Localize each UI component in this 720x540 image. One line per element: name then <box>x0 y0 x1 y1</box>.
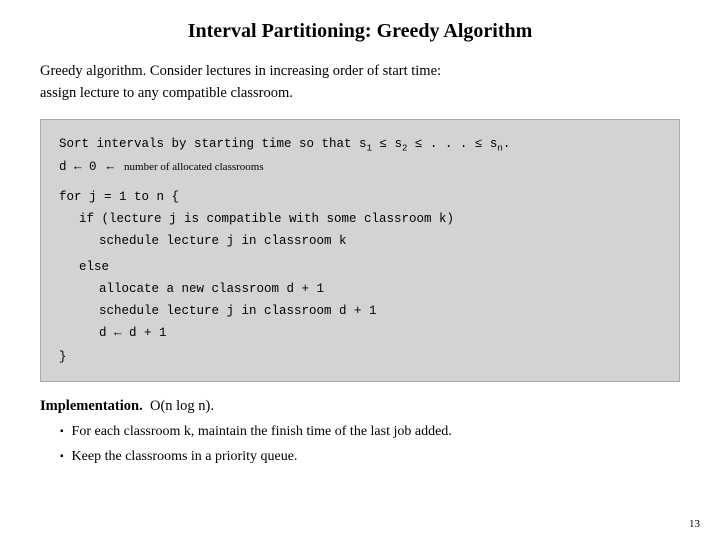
bullet-item-2: Keep the classrooms in a priority queue. <box>60 446 680 467</box>
implementation-bullets: For each classroom k, maintain the finis… <box>40 421 680 467</box>
bullet-item-1: For each classroom k, maintain the finis… <box>60 421 680 442</box>
d-init-line: d ← 0 <box>59 157 97 177</box>
intro-line2: assign lecture to any compatible classro… <box>40 85 293 101</box>
schedule1-line: schedule lecture j in classroom k <box>59 231 661 251</box>
d-update-line: d ← d + 1 <box>59 323 661 343</box>
intro-line1: Greedy algorithm. Consider lectures in i… <box>40 63 441 79</box>
for-line: for j = 1 to n { <box>59 187 661 207</box>
slide-container: Interval Partitioning: Greedy Algorithm … <box>0 0 720 540</box>
implementation-section: Implementation. O(n log n). For each cla… <box>40 398 680 467</box>
implementation-heading: Implementation. O(n log n). <box>40 398 680 415</box>
algorithm-code-box: Sort intervals by starting time so that … <box>40 119 680 383</box>
allocate-line: allocate a new classroom d + 1 <box>59 279 661 299</box>
if-line: if (lecture j is compatible with some cl… <box>59 209 661 229</box>
else-line: else <box>59 257 661 277</box>
page-number: 13 <box>689 518 700 530</box>
sort-line: Sort intervals by starting time so that … <box>59 134 510 156</box>
slide-title: Interval Partitioning: Greedy Algorithm <box>40 20 680 43</box>
close-brace-line: } <box>59 347 661 367</box>
schedule2-line: schedule lecture j in classroom d + 1 <box>59 301 661 321</box>
intro-paragraph: Greedy algorithm. Consider lectures in i… <box>40 61 680 105</box>
annotation-classrooms: number of allocated classrooms <box>124 159 264 177</box>
